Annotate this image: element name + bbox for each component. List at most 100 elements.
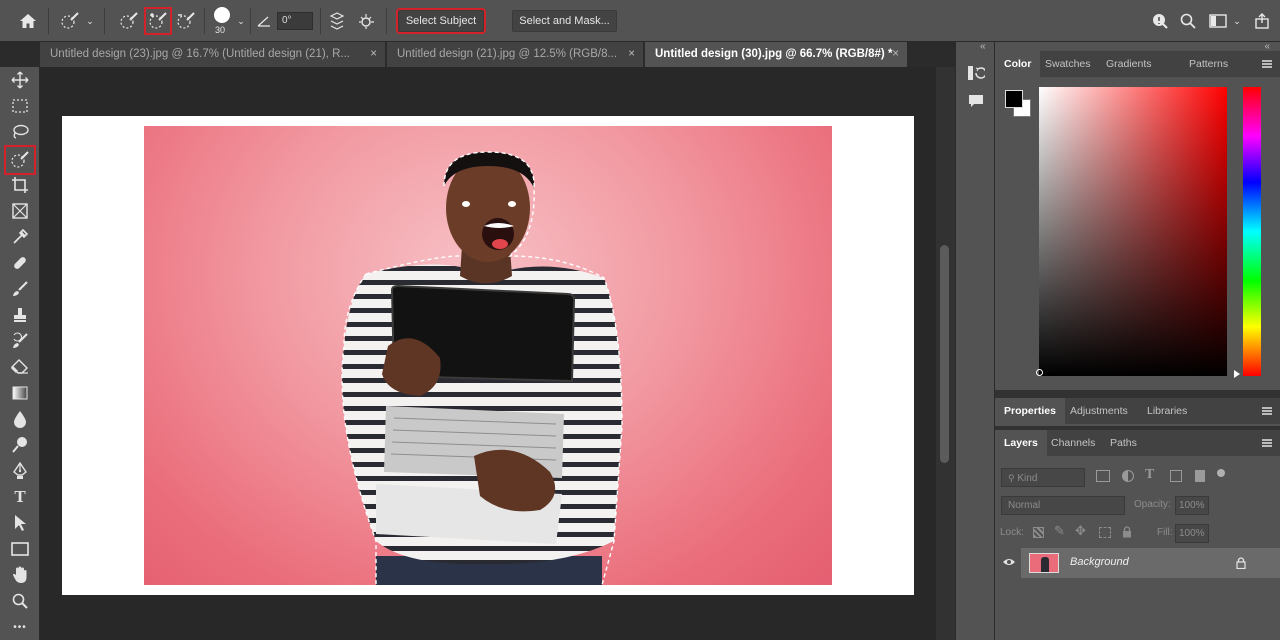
pixel-filter-icon[interactable]	[1096, 470, 1110, 482]
chevron-down-icon[interactable]: ⌄	[84, 9, 96, 33]
path-selection-tool-icon[interactable]	[8, 512, 32, 534]
foreground-color-swatch[interactable]	[1005, 90, 1023, 108]
home-icon[interactable]	[16, 9, 40, 33]
eraser-tool-icon[interactable]	[8, 356, 32, 378]
shape-filter-icon[interactable]	[1170, 470, 1182, 482]
quick-selection-preset-icon[interactable]	[58, 9, 82, 33]
layer-visibility-cell[interactable]	[995, 548, 1021, 578]
search-icon: ⚲	[1008, 473, 1015, 483]
collapse-dock-icon[interactable]: «	[980, 41, 986, 52]
tab-channels[interactable]: Channels	[1042, 430, 1104, 456]
tab-patterns[interactable]: Patterns	[1180, 51, 1237, 77]
panel-menu-icon[interactable]	[1262, 439, 1272, 447]
select-subject-button[interactable]: Select Subject	[396, 8, 486, 34]
tab-properties[interactable]: Properties	[995, 398, 1065, 424]
pen-tool-icon[interactable]	[8, 460, 32, 482]
brush-preview-icon[interactable]	[214, 7, 230, 23]
workspace-icon[interactable]	[1206, 9, 1230, 33]
history-brush-tool-icon[interactable]	[8, 330, 32, 352]
move-tool-icon[interactable]	[8, 69, 32, 91]
quick-selection-tool-icon[interactable]	[4, 145, 36, 175]
lasso-tool-icon[interactable]	[8, 121, 32, 143]
subtract-from-selection-icon[interactable]	[174, 9, 198, 33]
tab-gradients[interactable]: Gradients	[1097, 51, 1161, 77]
zoom-tool-icon[interactable]	[8, 590, 32, 612]
workspace-chevron-icon[interactable]: ⌄	[1230, 9, 1244, 33]
healing-brush-tool-icon[interactable]	[8, 252, 32, 274]
type-filter-icon[interactable]: T	[1145, 467, 1154, 483]
opacity-label: Opacity:	[1134, 499, 1171, 510]
fill-field[interactable]: 100%	[1175, 524, 1209, 543]
color-field-cursor[interactable]	[1036, 369, 1043, 376]
tab-adjustments[interactable]: Adjustments	[1061, 398, 1137, 424]
hand-tool-icon[interactable]	[8, 564, 32, 586]
comments-panel-icon[interactable]	[965, 90, 987, 112]
close-icon[interactable]: ×	[628, 42, 635, 67]
frame-tool-icon[interactable]	[8, 200, 32, 222]
options-bar: ⌄ 30 ⌄ 0° Select Subject Select and Mask…	[0, 0, 1280, 42]
eyedropper-tool-icon[interactable]	[8, 226, 32, 248]
brush-size-value: 30	[215, 25, 226, 35]
lock-position-icon[interactable]: ✥	[1075, 523, 1086, 539]
brush-tool-icon[interactable]	[8, 278, 32, 300]
close-icon[interactable]: ×	[370, 42, 377, 67]
vertical-scrollbar[interactable]	[936, 67, 955, 640]
color-field[interactable]	[1039, 87, 1227, 376]
marquee-tool-icon[interactable]	[8, 95, 32, 117]
rectangle-tool-icon[interactable]	[8, 538, 32, 560]
tools-panel: » T	[0, 41, 40, 640]
search-icon[interactable]	[1176, 9, 1200, 33]
history-panel-icon[interactable]	[965, 62, 987, 84]
tab-paths[interactable]: Paths	[1101, 430, 1146, 456]
angle-field[interactable]: 0°	[277, 12, 313, 30]
layer-row-background[interactable]: Background	[995, 548, 1280, 578]
dodge-tool-icon[interactable]	[8, 434, 32, 456]
type-tool-icon[interactable]: T	[8, 486, 32, 508]
eye-icon[interactable]	[1002, 557, 1016, 567]
tab-libraries[interactable]: Libraries	[1138, 398, 1196, 424]
panel-menu-icon[interactable]	[1262, 407, 1272, 415]
tab-document-30[interactable]: Untitled design (30).jpg @ 66.7% (RGB/8#…	[645, 42, 908, 67]
tab-color[interactable]: Color	[995, 51, 1041, 77]
fill-label: Fill:	[1157, 527, 1173, 538]
document-tabs: Untitled design (23).jpg @ 16.7% (Untitl…	[0, 42, 955, 67]
sample-all-layers-icon[interactable]	[325, 9, 349, 33]
tab-document-23[interactable]: Untitled design (23).jpg @ 16.7% (Untitl…	[40, 42, 386, 67]
smart-object-filter-icon[interactable]	[1195, 470, 1205, 482]
clone-stamp-tool-icon[interactable]	[8, 304, 32, 326]
filter-toggle-icon[interactable]	[1217, 469, 1225, 477]
layer-name[interactable]: Background	[1070, 556, 1129, 568]
layer-filter-field[interactable]: ⚲ Kind	[1001, 468, 1085, 487]
gradient-tool-icon[interactable]	[8, 382, 32, 404]
lock-transparent-pixels-icon[interactable]	[1033, 527, 1044, 538]
tab-swatches[interactable]: Swatches	[1036, 51, 1100, 77]
blend-mode-select[interactable]: Normal	[1001, 496, 1125, 515]
opacity-field[interactable]: 100%	[1175, 496, 1209, 515]
layers-panel-tabs: Layers Channels Paths	[995, 430, 1280, 456]
learn-icon[interactable]	[1148, 9, 1172, 33]
blur-tool-icon[interactable]	[8, 408, 32, 430]
tab-document-21[interactable]: Untitled design (21).jpg @ 12.5% (RGB/8.…	[387, 42, 644, 67]
add-to-selection-icon[interactable]	[144, 7, 172, 35]
hue-slider[interactable]	[1243, 87, 1261, 376]
scrollbar-thumb[interactable]	[940, 245, 949, 463]
panel-dock: «	[955, 41, 995, 640]
photo-layer[interactable]	[144, 126, 832, 585]
lock-artboard-icon[interactable]	[1099, 527, 1111, 538]
select-and-mask-button[interactable]: Select and Mask...	[512, 10, 617, 32]
brush-chevron-icon[interactable]: ⌄	[234, 9, 248, 33]
share-icon[interactable]	[1250, 9, 1274, 33]
layer-filter-label: Kind	[1017, 473, 1038, 484]
panel-menu-icon[interactable]	[1262, 60, 1272, 68]
lock-image-pixels-icon[interactable]: ✎	[1054, 523, 1065, 539]
new-selection-icon[interactable]	[117, 9, 141, 33]
lock-all-icon[interactable]	[1122, 526, 1132, 538]
tab-layers[interactable]: Layers	[995, 430, 1047, 456]
close-icon[interactable]: ×	[892, 42, 899, 67]
hue-slider-handle[interactable]	[1234, 370, 1240, 378]
more-tools-icon[interactable]: •••	[8, 616, 32, 638]
properties-panel-tabs: Properties Adjustments Libraries	[995, 398, 1280, 424]
adjustment-filter-icon[interactable]	[1122, 470, 1134, 482]
crop-tool-icon[interactable]	[8, 174, 32, 196]
enhance-edge-icon[interactable]	[354, 9, 378, 33]
